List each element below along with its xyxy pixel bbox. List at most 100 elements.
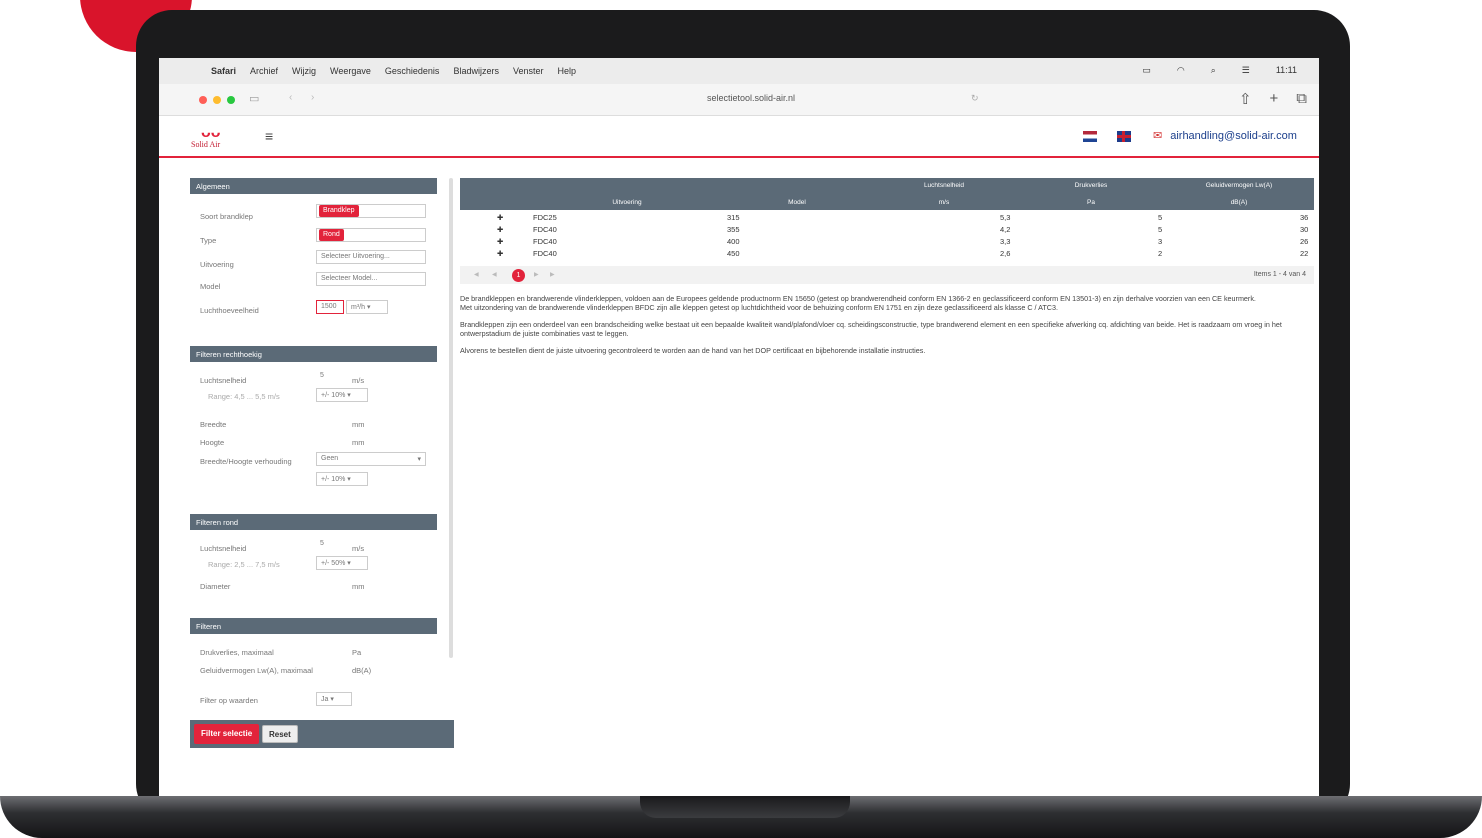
waarden-value: Ja bbox=[321, 696, 329, 703]
flag-nl-icon[interactable] bbox=[1083, 131, 1097, 142]
next-page-icon[interactable]: ▶ bbox=[534, 271, 539, 278]
rh-tolerance-select[interactable]: +/- 10% ▾ bbox=[316, 388, 368, 402]
expand-row-icon[interactable]: ✚ bbox=[497, 225, 503, 234]
tab-overview-icon[interactable]: ⧉ bbox=[1296, 90, 1307, 108]
lucht-unit: m³/h bbox=[351, 304, 365, 311]
expand-row-icon[interactable]: ✚ bbox=[497, 213, 503, 222]
cell-druk: 3 bbox=[1158, 237, 1163, 246]
solid-air-logo[interactable]: ᴗᴗ Solid Air bbox=[191, 124, 237, 152]
expand-row-icon[interactable]: ✚ bbox=[497, 237, 503, 246]
minimize-window-button[interactable] bbox=[213, 96, 221, 104]
clock: 11:11 bbox=[1275, 65, 1297, 75]
first-page-icon[interactable]: ◀ bbox=[474, 271, 479, 278]
th-unit-snelheid[interactable]: m/s bbox=[870, 199, 1018, 206]
rond-snelheid-input[interactable]: 5 bbox=[316, 538, 346, 552]
menu-bladwijzers[interactable]: Bladwijzers bbox=[453, 66, 499, 76]
cell-snelheid: 3,3 bbox=[1000, 237, 1011, 246]
lucht-unit-select[interactable]: m³/h ▾ bbox=[346, 300, 388, 314]
menu-archief[interactable]: Archief bbox=[250, 66, 278, 76]
soort-tag[interactable]: Brandklep bbox=[319, 205, 359, 217]
expand-row-icon[interactable]: ✚ bbox=[497, 249, 503, 258]
th-unit-geluid[interactable]: dB(A) bbox=[1164, 199, 1314, 206]
contact-email[interactable]: ✉ airhandling@solid-air.com bbox=[1153, 129, 1297, 143]
address-bar[interactable]: selectietool.solid-air.nl bbox=[707, 93, 795, 103]
cell-snelheid: 2,6 bbox=[1000, 249, 1011, 258]
filter-selectie-button[interactable]: Filter selectie bbox=[194, 724, 260, 744]
verhouding-value: Geen bbox=[321, 455, 339, 462]
menu-venster[interactable]: Venster bbox=[513, 66, 544, 76]
th-group-druk: Drukverlies bbox=[1074, 182, 1108, 189]
geluid-label: Geluidvermogen Lw(A), maximaal bbox=[200, 666, 313, 675]
verhouding-tolerance-select[interactable]: +/- 10% ▾ bbox=[316, 472, 368, 486]
sidebar-scrollbar[interactable] bbox=[449, 178, 453, 658]
close-window-button[interactable] bbox=[199, 96, 207, 104]
page-1-button[interactable]: 1 bbox=[512, 269, 525, 282]
th-unit-druk[interactable]: Pa bbox=[1018, 199, 1164, 206]
rond-tolerance: +/- 50% bbox=[321, 560, 346, 567]
breedte-unit: mm bbox=[352, 420, 365, 429]
model-label: Model bbox=[200, 282, 221, 291]
menu-wijzig[interactable]: Wijzig bbox=[292, 66, 316, 76]
verhouding-label: Breedte/Hoogte verhouding bbox=[200, 457, 292, 466]
type-tag[interactable]: Rond bbox=[319, 229, 344, 241]
rh-snelheid-input[interactable]: 5 bbox=[316, 370, 346, 384]
pagination: ◀ ◀ 1 ▶ ▶ Items 1 - 4 van 4 bbox=[460, 266, 1314, 284]
geluid-unit: dB(A) bbox=[352, 666, 372, 675]
menu-geschiedenis[interactable]: Geschiedenis bbox=[385, 66, 440, 76]
mail-icon: ✉ bbox=[1153, 130, 1163, 142]
rh-snelheid-label: Luchtsnelheid bbox=[200, 376, 247, 385]
waarden-label: Filter op waarden bbox=[200, 696, 258, 705]
lucht-input[interactable]: 1500 bbox=[316, 300, 344, 314]
sidebar-toggle-icon[interactable]: ▭ bbox=[249, 92, 259, 105]
verhouding-select[interactable]: Geen ▾ bbox=[316, 452, 426, 466]
cell-snelheid: 5,3 bbox=[1000, 213, 1011, 222]
waarden-select[interactable]: Ja ▾ bbox=[316, 692, 352, 706]
table-row[interactable]: ✚ FDC40 400 3,3 3 26 bbox=[460, 236, 1314, 247]
zoom-window-button[interactable] bbox=[227, 96, 235, 104]
rh-snelheid-unit: m/s bbox=[352, 376, 365, 385]
menu-safari[interactable]: Safari bbox=[211, 66, 236, 76]
rond-tolerance-select[interactable]: +/- 50% ▾ bbox=[316, 556, 368, 570]
share-icon[interactable]: ⇧ bbox=[1239, 90, 1252, 108]
forward-icon[interactable]: › bbox=[311, 92, 314, 103]
last-page-icon[interactable]: ▶ bbox=[550, 271, 555, 278]
rh-tolerance: +/- 10% bbox=[321, 392, 346, 399]
table-row[interactable]: ✚ FDC40 355 4,2 5 30 bbox=[460, 224, 1314, 235]
section-rond: Filteren rond bbox=[190, 514, 437, 530]
reload-icon[interactable]: ↻ bbox=[971, 93, 979, 104]
menu-weergave[interactable]: Weergave bbox=[330, 66, 371, 76]
menu-help[interactable]: Help bbox=[557, 66, 576, 76]
back-icon[interactable]: ‹ bbox=[289, 92, 292, 103]
cell-model: 400 bbox=[727, 237, 740, 246]
reset-button[interactable]: Reset bbox=[262, 725, 298, 743]
prev-page-icon[interactable]: ◀ bbox=[492, 271, 497, 278]
soort-label: Soort brandklep bbox=[200, 212, 253, 221]
table-row[interactable]: ✚ FDC40 450 2,6 2 22 bbox=[460, 248, 1314, 259]
flag-gb-icon[interactable] bbox=[1117, 131, 1131, 142]
control-center-icon[interactable]: ☰ bbox=[1242, 65, 1250, 76]
uitvoering-label: Uitvoering bbox=[200, 260, 234, 269]
cell-model: 315 bbox=[727, 213, 740, 222]
items-info: Items 1 - 4 van 4 bbox=[1253, 271, 1306, 278]
section-filteren: Filteren bbox=[190, 618, 437, 634]
table-row[interactable]: ✚ FDC25 315 5,3 5 36 bbox=[460, 212, 1314, 223]
search-icon[interactable]: ⌕ bbox=[1211, 65, 1216, 76]
cell-geluid: 26 bbox=[1300, 237, 1309, 246]
th-uitvoering[interactable]: Uitvoering bbox=[532, 199, 722, 206]
email-link[interactable]: airhandling@solid-air.com bbox=[1170, 130, 1297, 142]
rond-range: Range: 2,5 ... 7,5 m/s bbox=[208, 560, 280, 569]
th-model[interactable]: Model bbox=[724, 199, 870, 206]
druk-unit: Pa bbox=[352, 648, 362, 657]
model-select[interactable]: Selecteer Model... bbox=[316, 272, 426, 286]
breedte-label: Breedte bbox=[200, 420, 227, 429]
battery-icon[interactable]: ▭ bbox=[1142, 65, 1151, 76]
screen: Safari Archief Wijzig Weergave Geschiede… bbox=[159, 58, 1319, 800]
uitvoering-select[interactable]: Selecteer Uitvoering... bbox=[316, 250, 426, 264]
hamburger-menu-icon[interactable]: ≡ bbox=[265, 128, 273, 144]
cell-geluid: 30 bbox=[1300, 225, 1309, 234]
new-tab-icon[interactable]: + bbox=[1270, 90, 1279, 108]
hoogte-label: Hoogte bbox=[200, 438, 225, 447]
wifi-icon[interactable]: ◠ bbox=[1177, 65, 1185, 76]
verhouding-tolerance: +/- 10% bbox=[321, 476, 346, 483]
desc-line-1: De brandkleppen en brandwerende vlinderk… bbox=[460, 294, 1256, 303]
